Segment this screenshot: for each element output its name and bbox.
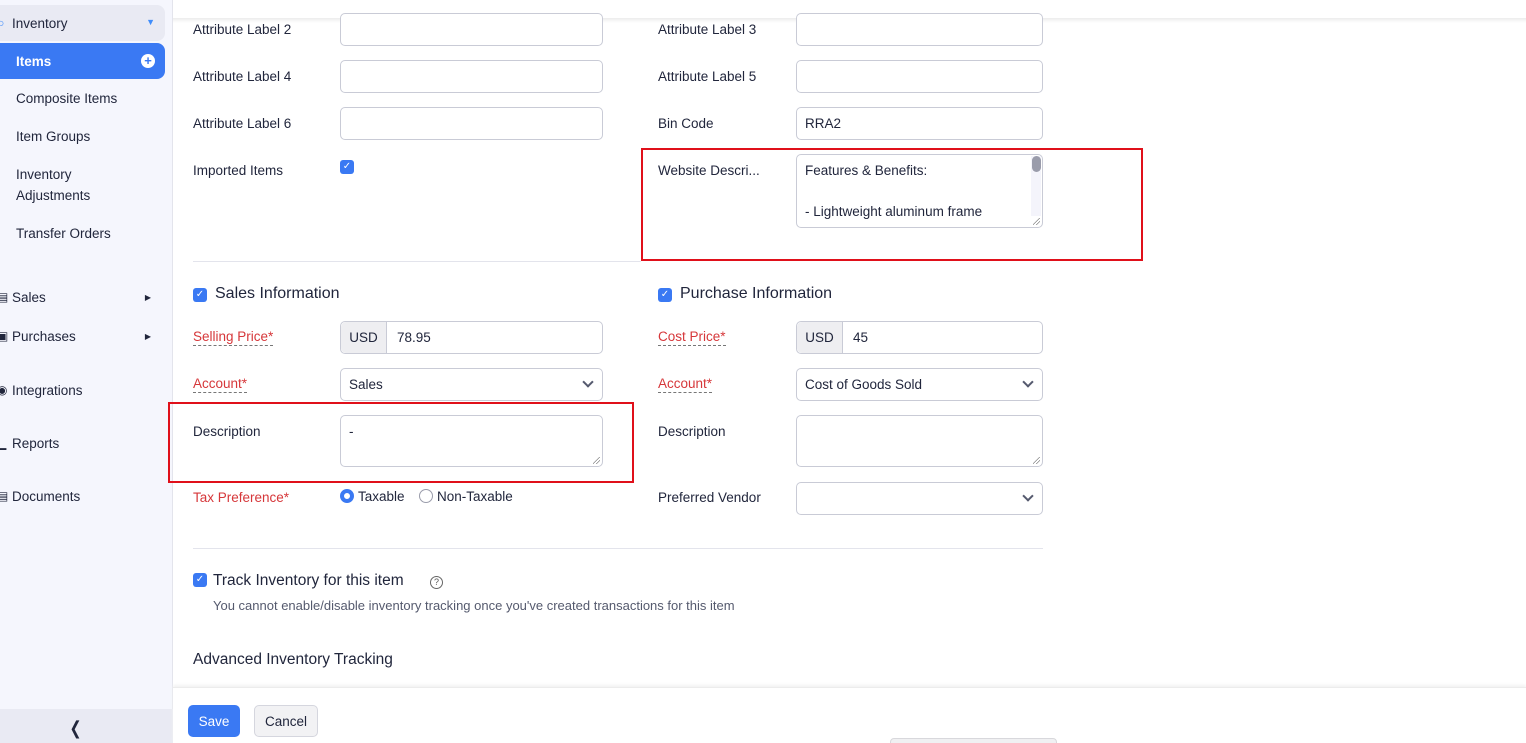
attribute-2-input[interactable] <box>340 13 603 46</box>
purchase-information-checkbox[interactable]: ✓ <box>658 288 672 302</box>
imported-items-label: Imported Items <box>193 163 284 178</box>
cost-price-label: Cost Price* <box>658 329 726 346</box>
purchase-account-value: Cost of Goods Sold <box>805 377 923 392</box>
sidebar-item-transfer-orders[interactable]: Transfer Orders <box>16 223 111 244</box>
purchase-account-label: Account* <box>658 376 713 393</box>
sidebar-item-label: Reports <box>12 435 60 451</box>
sales-account-label: Account* <box>193 376 248 393</box>
save-button[interactable]: Save <box>188 705 240 737</box>
bin-code-label: Bin Code <box>658 116 714 131</box>
selling-price-value: 78.95 <box>397 330 431 345</box>
attribute-5-input[interactable] <box>796 60 1043 93</box>
plus-circle-icon[interactable]: + <box>141 54 155 68</box>
sidebar-group-inventory[interactable]: ○ Inventory ▼ <box>0 5 165 41</box>
sidebar-item-inventory-adjustments[interactable]: Inventory Adjustments <box>16 164 90 206</box>
resize-handle-icon[interactable] <box>1033 457 1040 464</box>
track-inventory-hint: You cannot enable/disable inventory trac… <box>213 598 735 613</box>
floating-panel-edge <box>890 738 1057 743</box>
track-inventory-label: Track Inventory for this item <box>213 572 404 589</box>
inventory-icon: ○ <box>0 16 5 30</box>
purchase-description-textarea[interactable] <box>796 415 1043 467</box>
caret-down-icon: ▼ <box>146 17 155 27</box>
chevron-left-icon: ❮ <box>69 717 82 738</box>
attribute-label-2: Attribute Label 2 <box>193 22 292 37</box>
sidebar-item-sales[interactable]: ▤ Sales ▶ <box>0 282 165 312</box>
section-divider <box>193 548 1043 549</box>
sidebar: ○ Inventory ▼ Items + Composite Items It… <box>0 0 173 743</box>
sidebar-item-reports[interactable]: ▁ Reports <box>0 428 165 458</box>
advanced-inventory-tracking-title: Advanced Inventory Tracking <box>193 651 393 668</box>
taxable-radio[interactable] <box>340 489 354 503</box>
purchase-description-label: Description <box>658 424 726 439</box>
purchase-information-title: Purchase Information <box>680 285 833 302</box>
preferred-vendor-select[interactable] <box>796 482 1043 515</box>
sidebar-item-label: Documents <box>12 488 81 504</box>
chevron-down-icon <box>1022 376 1034 388</box>
sidebar-group-label: Inventory <box>12 15 68 31</box>
track-inventory-checkbox[interactable]: ✓ <box>193 573 207 587</box>
cart-icon: ▤ <box>0 290 9 304</box>
reports-icon: ▁ <box>0 436 7 450</box>
highlight-box-sales-description <box>168 402 634 483</box>
chevron-down-icon <box>1022 490 1034 502</box>
sidebar-item-documents[interactable]: ▤ Documents <box>0 481 165 511</box>
sales-information-title: Sales Information <box>215 285 340 302</box>
sidebar-item-label: Items <box>16 53 52 69</box>
caret-right-icon: ▶ <box>144 331 151 341</box>
taxable-radio-label[interactable]: Taxable <box>358 489 405 504</box>
attribute-4-input[interactable] <box>340 60 603 93</box>
sidebar-item-integrations[interactable]: ◉ Integrations <box>0 375 165 405</box>
sales-account-value: Sales <box>349 377 383 392</box>
currency-prefix: USD <box>797 322 843 353</box>
app: ○ Inventory ▼ Items + Composite Items It… <box>0 0 1526 743</box>
non-taxable-radio-label[interactable]: Non-Taxable <box>437 489 513 504</box>
sidebar-item-label: Integrations <box>12 382 83 398</box>
bin-code-input[interactable]: RRA2 <box>796 107 1043 140</box>
section-divider <box>193 261 641 262</box>
attribute-3-input[interactable] <box>796 13 1043 46</box>
purchase-account-select[interactable]: Cost of Goods Sold <box>796 368 1043 401</box>
attribute-label-4: Attribute Label 4 <box>193 69 292 84</box>
preferred-vendor-label: Preferred Vendor <box>658 490 761 505</box>
attribute-label-6: Attribute Label 6 <box>193 116 292 131</box>
cancel-button[interactable]: Cancel <box>254 705 318 737</box>
chevron-down-icon <box>582 376 594 388</box>
help-icon[interactable]: ? <box>430 576 443 589</box>
cost-price-value: 45 <box>853 330 869 345</box>
attribute-label-5: Attribute Label 5 <box>658 69 757 84</box>
sidebar-item-purchases[interactable]: ▣ Purchases ▶ <box>0 321 165 351</box>
attribute-6-input[interactable] <box>340 107 603 140</box>
highlight-box-website-description <box>641 148 1143 261</box>
sidebar-item-composite-items[interactable]: Composite Items <box>16 88 117 109</box>
imported-items-checkbox[interactable]: ✓ <box>340 160 354 174</box>
documents-icon: ▤ <box>0 489 9 503</box>
tax-preference-label: Tax Preference* <box>193 490 290 505</box>
cost-price-input[interactable]: USD 45 <box>796 321 1043 354</box>
currency-prefix: USD <box>341 322 387 353</box>
sales-account-select[interactable]: Sales <box>340 368 603 401</box>
non-taxable-radio[interactable] <box>419 489 433 503</box>
caret-right-icon: ▶ <box>144 292 151 302</box>
selling-price-input[interactable]: USD 78.95 <box>340 321 603 354</box>
sidebar-item-label: Purchases <box>12 328 76 344</box>
sidebar-item-item-groups[interactable]: Item Groups <box>16 126 90 147</box>
sidebar-item-label: Sales <box>12 289 46 305</box>
sidebar-collapse-button[interactable]: ❮ <box>0 709 173 743</box>
sidebar-item-items[interactable]: Items + <box>0 43 165 79</box>
form-footer: Save Cancel <box>173 687 1526 743</box>
attribute-label-3: Attribute Label 3 <box>658 22 757 37</box>
integrations-icon: ◉ <box>0 383 8 397</box>
sales-information-checkbox[interactable]: ✓ <box>193 288 207 302</box>
bag-icon: ▣ <box>0 329 9 343</box>
selling-price-label: Selling Price* <box>193 329 274 346</box>
